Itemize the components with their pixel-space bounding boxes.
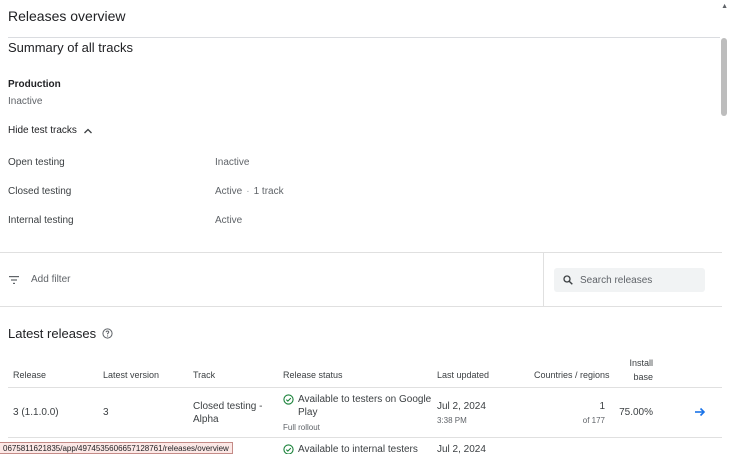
release-name: 3 (1.1.0.0)	[13, 407, 59, 418]
arrow-forward-icon[interactable]	[694, 406, 706, 418]
production-status: Inactive	[8, 96, 43, 107]
release-status-cell: Available to testers on Google Play	[298, 393, 433, 419]
install-header-line-1: Install	[629, 358, 653, 368]
track-name-closed-testing: Closed testing	[8, 186, 72, 197]
release-status-line-1: Available to internal testers	[298, 444, 418, 454]
filter-bar: Add filter Search releases	[0, 252, 722, 307]
latest-releases-title: Latest releases	[8, 326, 97, 341]
check-circle-icon	[283, 444, 294, 454]
track-line-1: Closed testing -	[193, 401, 263, 412]
countries-total: of 177	[582, 416, 605, 425]
column-header-release-status[interactable]: Release status	[283, 370, 343, 380]
latest-releases-heading: Latest releases	[8, 326, 113, 341]
latest-version: 3	[103, 407, 109, 418]
countries-count: 1	[599, 401, 605, 412]
hide-test-tracks-toggle[interactable]: Hide test tracks	[8, 125, 93, 136]
status-bar-url: 0675811621835/app/4974535606657128761/re…	[0, 442, 233, 454]
status-line-2: Play	[298, 407, 318, 418]
last-updated-time: 3:38 PM	[437, 416, 467, 425]
column-header-countries[interactable]: Countries / regions	[534, 370, 610, 380]
production-label: Production	[8, 79, 61, 90]
page-title: Releases overview	[8, 8, 126, 24]
track-cell: Closed testing - Alpha	[193, 400, 273, 426]
check-circle-icon	[283, 394, 294, 405]
add-filter-button[interactable]: Add filter	[31, 274, 70, 285]
install-base: 75.00%	[619, 407, 653, 418]
rollout-label: Full rollout	[283, 423, 320, 432]
status-line-1: Available to testers on Google	[298, 394, 432, 405]
scrollbar-thumb[interactable]	[721, 38, 727, 116]
track-line-2: Alpha	[193, 414, 219, 425]
summary-title: Summary of all tracks	[8, 40, 133, 55]
search-placeholder: Search releases	[580, 274, 653, 286]
column-header-release[interactable]: Release	[13, 370, 46, 380]
track-name-open-testing: Open testing	[8, 157, 65, 168]
column-header-last-updated[interactable]: Last updated	[437, 370, 489, 380]
separator-dot: ·	[246, 186, 250, 197]
track-status-label: Inactive	[215, 157, 250, 168]
track-status-label: Active	[215, 186, 243, 197]
track-status-internal-testing: Active	[215, 215, 242, 226]
install-header-line-2: base	[633, 372, 653, 382]
search-icon	[563, 275, 573, 285]
filter-icon[interactable]	[9, 276, 19, 284]
table-row-divider	[8, 437, 722, 438]
table-header-divider	[8, 387, 722, 388]
toggle-label: Hide test tracks	[8, 125, 77, 136]
column-header-latest-version[interactable]: Latest version	[103, 370, 159, 380]
track-name-internal-testing: Internal testing	[8, 215, 74, 226]
track-count: 1 track	[253, 186, 284, 197]
last-updated-date: Jul 2, 2024	[437, 444, 486, 454]
track-status-label: Active	[215, 215, 243, 226]
column-header-install-base[interactable]: Install base	[618, 356, 653, 384]
track-status-closed-testing: Active · 1 track	[215, 186, 284, 197]
header-divider	[8, 37, 720, 38]
last-updated-date: Jul 2, 2024	[437, 401, 486, 412]
help-icon[interactable]	[102, 328, 113, 339]
column-header-track[interactable]: Track	[193, 370, 215, 380]
track-status-open-testing: Inactive	[215, 157, 249, 168]
chevron-up-icon	[83, 128, 92, 133]
filter-divider	[543, 253, 544, 306]
search-input[interactable]: Search releases	[554, 268, 705, 292]
chevron-up-icon[interactable]: ▲	[721, 3, 728, 10]
